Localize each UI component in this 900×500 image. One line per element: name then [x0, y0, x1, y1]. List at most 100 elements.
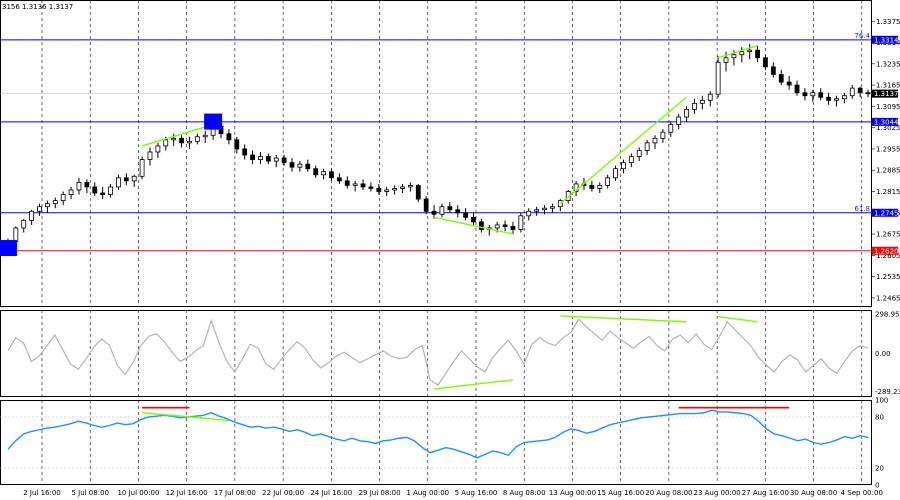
level-tag-label: 1.2745 [874, 209, 899, 217]
candle [289, 158, 295, 172]
candle-body-bull [810, 92, 816, 97]
price-tick-label: 1.3165 [876, 82, 900, 90]
candle [613, 165, 618, 181]
candle-body-bull [526, 210, 532, 217]
candle-body-bear [305, 163, 311, 170]
candle [100, 186, 106, 200]
candle-body-bear [415, 185, 421, 200]
candle-body-bull [841, 95, 847, 100]
candle [68, 186, 74, 200]
candle-body-bear [360, 183, 366, 188]
candle-body-bull [155, 145, 161, 153]
candle-body-bull [692, 102, 697, 110]
candle [755, 45, 760, 63]
candle [652, 135, 658, 149]
candle [242, 144, 248, 160]
candle-body-bull [147, 151, 153, 160]
candle-body-bull [297, 163, 303, 168]
candle [250, 150, 255, 165]
candle [147, 147, 153, 166]
price-trendline-0 [141, 123, 214, 147]
cci-tick-label: 298.9583 [875, 311, 900, 319]
candle [352, 180, 358, 192]
candle [589, 180, 595, 192]
x-tick-label: 2 Jul 16:00 [23, 489, 61, 497]
level-fib-label: 61.8 [854, 205, 870, 213]
price-tick-label: 1.2465 [876, 294, 900, 302]
candle-body-bull [202, 134, 208, 138]
candle [123, 173, 129, 186]
candle-body-bear [510, 226, 516, 230]
candle-body-bear [179, 137, 184, 144]
candle-body-bear [376, 188, 382, 192]
signal-square-0 [0, 240, 17, 257]
rsi-line [7, 409, 869, 459]
candle-body-bull [273, 157, 279, 162]
candle [415, 183, 421, 203]
candle-body-bear [502, 224, 508, 227]
candle-body-bull [194, 136, 200, 142]
candle-body-bull [699, 99, 705, 104]
candle [597, 182, 603, 194]
candle [368, 182, 374, 192]
candle-body-bear [589, 185, 595, 189]
x-tick-label: 4 Sep 00:00 [841, 489, 883, 497]
candle-body-bull [400, 186, 405, 189]
candle [439, 203, 445, 218]
x-tick-label: 13 Aug 00:00 [549, 489, 596, 497]
x-tick-label: 1 Aug 00:00 [406, 489, 449, 497]
candle [321, 168, 326, 180]
candle [226, 129, 232, 145]
candle-body-bull [60, 194, 66, 202]
candle [463, 208, 469, 221]
rsi-tick-label: 100 [875, 397, 888, 405]
price-tick-label: 1.3375 [876, 18, 900, 26]
candle-body-bear [857, 87, 863, 94]
candle-body-bear [794, 84, 800, 94]
candle [770, 62, 776, 78]
x-tick-label: 24 Jul 16:00 [310, 489, 352, 497]
price-tick-label: 1.3235 [876, 60, 900, 68]
price-tick-label: 1.2535 [876, 273, 900, 281]
candle [534, 206, 540, 216]
candle-body-bull [834, 98, 839, 101]
candle [826, 92, 831, 105]
candle [526, 208, 532, 221]
candle-body-bull [76, 181, 82, 191]
candle-body-bear [455, 209, 461, 214]
candle-body-bull [676, 116, 682, 126]
candle-body-bull [37, 206, 42, 212]
candle [715, 56, 721, 98]
candle-body-bear [463, 212, 469, 218]
candle-body-bear [242, 148, 248, 156]
candle [234, 136, 240, 154]
candle-body-bear [770, 66, 776, 75]
candle [108, 183, 113, 198]
candle [621, 159, 626, 174]
candle-body-bull [139, 159, 145, 177]
ohlc-header: 3156 1.3136 1.3137 [2, 3, 73, 11]
candle-body-bull [163, 139, 169, 147]
candle [660, 129, 666, 143]
candle [865, 89, 871, 98]
current-price-label: 1.3137 [874, 90, 899, 98]
rsi-tick-label: 80 [875, 414, 884, 422]
candle [384, 186, 390, 197]
candle [471, 212, 476, 225]
candle-body-bear [818, 92, 824, 98]
x-tick-label: 22 Jul 00:00 [262, 489, 304, 497]
candle-body-bear [471, 216, 476, 223]
candle-body-bull [52, 200, 58, 205]
candle [676, 113, 682, 130]
price-tick-label: 1.2815 [876, 188, 900, 196]
candle [510, 221, 516, 235]
candle [550, 203, 555, 213]
candle-body-bull [613, 168, 618, 179]
candle [605, 174, 611, 189]
x-tick-label: 10 Jul 00:00 [117, 489, 159, 497]
candle [329, 168, 334, 181]
candle [692, 98, 697, 114]
candle [802, 88, 808, 101]
candle-body-bear [778, 74, 784, 83]
candle-body-bull [131, 175, 137, 182]
